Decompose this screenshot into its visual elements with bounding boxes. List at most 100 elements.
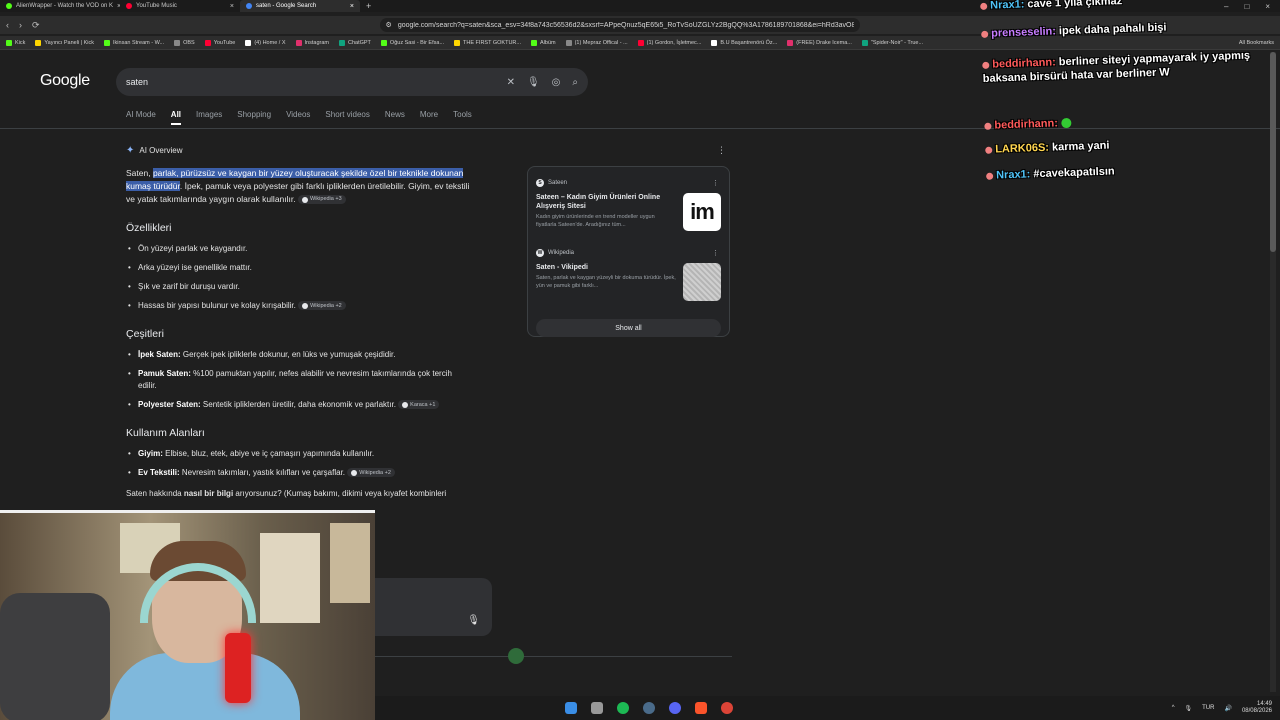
tab-youtube-music[interactable]: YouTube Music × <box>120 0 240 12</box>
bookmark-item[interactable]: THE FIRST GOKTUR... <box>454 39 521 46</box>
source-wikipedia[interactable]: W Wikipedia ⋮ Saten - Vikipedi Saten, par… <box>536 249 721 315</box>
search-icon[interactable]: ⌕ <box>572 77 578 88</box>
webcam-overlay <box>0 510 375 720</box>
source-icon <box>402 401 409 408</box>
section-title: Kullanım Alanları <box>126 427 205 439</box>
tab-all[interactable]: All <box>170 110 182 125</box>
tab-news[interactable]: News <box>385 110 405 125</box>
chat-badge-icon <box>982 61 990 69</box>
lens-icon[interactable]: ◎ <box>552 77 561 88</box>
sparkle-icon: ✦ <box>126 145 135 156</box>
tab-kick[interactable]: AlienWrapper - Watch the VOD on K × <box>0 0 120 12</box>
follow-up-prompt: Saten hakkında nasıl bir bilgi arıyorsun… <box>126 489 447 498</box>
back-icon[interactable]: ‹ <box>6 20 9 30</box>
tab-images[interactable]: Images <box>196 110 222 125</box>
bookmark-item[interactable]: (1) Mepraz Offical - ... <box>565 39 628 46</box>
bookmark-item[interactable]: (1) Gordon, İşletmec... <box>637 39 701 46</box>
youtube-music-icon <box>126 3 132 9</box>
file-explorer-icon[interactable] <box>591 702 603 714</box>
bookmark-icon <box>787 39 794 46</box>
tab-videos[interactable]: Videos <box>286 110 310 125</box>
tab-more[interactable]: More <box>420 110 438 125</box>
mic-icon[interactable]: 🎙 <box>467 615 480 626</box>
new-tab-button[interactable]: + <box>360 1 377 11</box>
citation-chip[interactable]: Karaca +1 <box>398 400 440 410</box>
close-icon[interactable]: × <box>230 3 234 10</box>
spotify-icon[interactable] <box>617 702 629 714</box>
steam-icon[interactable] <box>643 702 655 714</box>
chat-message: beddirhann: <box>984 117 1072 132</box>
close-icon[interactable]: × <box>350 3 354 10</box>
mic-tray-icon[interactable]: 🎙 <box>1185 705 1193 712</box>
ai-answer-intro: Saten, parlak, pürüzsüz ve kaygan bir yü… <box>126 168 470 205</box>
chat-message: Nrax1: cave 1 yıla çıkmaz <box>980 0 1122 12</box>
mic-icon[interactable]: 🎙 <box>527 77 540 88</box>
tab-ai-mode[interactable]: AI Mode <box>126 110 156 125</box>
list-item: Polyester Saten: Sentetik ipliklerden ür… <box>126 399 471 411</box>
speaker-icon[interactable]: 🔊 <box>1224 705 1231 712</box>
windows-start-icon[interactable] <box>565 702 577 714</box>
list-item: Arka yüzeyi ise genellikle mattır. <box>126 262 471 274</box>
url-input[interactable]: ⚙ google.com/search?q=saten&sca_esv=34f8… <box>379 18 860 32</box>
bookmark-icon <box>565 39 572 46</box>
chat-message: Nrax1: #cavekapatılsın <box>986 165 1115 182</box>
show-all-button[interactable]: Show all <box>536 319 721 337</box>
list-item: Ön yüzeyi parlak ve kaygandır. <box>126 243 471 255</box>
tab-tools[interactable]: Tools <box>453 110 472 125</box>
bookmark-item[interactable]: Oğuz Sasi - Bir Efsa... <box>380 39 444 46</box>
bookmark-item[interactable]: Ikinsan Stream - W... <box>104 39 164 46</box>
bookmark-item[interactable]: YouTube <box>204 39 235 46</box>
bookmark-icon <box>454 39 461 46</box>
more-options-icon[interactable]: ⋮ <box>717 144 726 157</box>
forward-icon[interactable]: › <box>19 20 22 30</box>
citation-chip[interactable]: Wikipedia +3 <box>298 195 346 205</box>
bookmark-item[interactable]: Yayıncı Paneli | Kick <box>35 39 94 46</box>
clock[interactable]: 14:49 08/08/2026 <box>1242 701 1272 715</box>
bookmark-item[interactable]: B.U Başantrenörü Öz... <box>711 39 777 46</box>
bookmark-item[interactable]: (4) Home / X <box>245 39 286 46</box>
chrome-icon[interactable] <box>721 702 733 714</box>
tab-google-search[interactable]: saten - Google Search × <box>240 0 360 12</box>
source-menu-icon[interactable]: ⋮ <box>712 249 719 257</box>
google-icon <box>246 3 252 9</box>
section-list: İpek Saten: Gerçek ipek ipliklerle dokun… <box>126 349 471 411</box>
source-sateen[interactable]: S Sateen ⋮ Sateen – Kadın Giyim Ürünleri … <box>536 179 721 245</box>
tab-shopping[interactable]: Shopping <box>237 110 271 125</box>
chat-message: prenseselin: ipek daha pahalı bişi <box>981 22 1167 40</box>
search-input[interactable]: saten ✕ 🎙 ◎ ⌕ <box>116 68 588 96</box>
search-query: saten <box>126 77 149 87</box>
chat-username: Nrax1: <box>995 168 1031 182</box>
bookmark-item[interactable]: (FREE) Drake Icema... <box>787 39 852 46</box>
ai-overview-header: ✦ AI Overview <box>126 145 183 156</box>
discord-icon[interactable] <box>669 702 681 714</box>
bookmark-icon <box>711 39 718 46</box>
bookmark-item[interactable]: Kick <box>6 39 25 46</box>
divider <box>372 656 732 657</box>
language-indicator[interactable]: TUR <box>1202 705 1214 711</box>
reload-icon[interactable]: ⟳ <box>32 20 40 31</box>
brave-icon[interactable] <box>695 702 707 714</box>
clear-icon[interactable]: ✕ <box>507 77 515 88</box>
tab-short-videos[interactable]: Short videos <box>325 110 369 125</box>
bookmark-icon <box>204 39 211 46</box>
bookmark-item[interactable]: OBS <box>174 39 195 46</box>
chat-username: LARK06S: <box>995 141 1050 156</box>
stream-chat-overlay: Nrax1: cave 1 yıla çıkmaz prenseselin: ipek… <box>980 0 1280 190</box>
bookmark-item[interactable]: Instagram <box>295 39 329 46</box>
chevron-up-icon[interactable]: ^ <box>1172 705 1175 711</box>
google-logo[interactable]: Google <box>40 72 90 90</box>
streamer-body <box>110 653 300 720</box>
bookmark-icon <box>380 39 387 46</box>
citation-chip[interactable]: Wikipedia +2 <box>347 468 395 478</box>
site-info-icon[interactable]: ⚙ <box>386 21 392 29</box>
bookmark-item[interactable]: "Spider-Noir" - True... <box>861 39 923 46</box>
bookmark-item[interactable]: Albüm <box>531 39 556 46</box>
bookmark-icon <box>637 39 644 46</box>
bookmark-item[interactable]: ChatGPT <box>338 39 371 46</box>
source-menu-icon[interactable]: ⋮ <box>712 179 719 187</box>
chat-badge-icon <box>984 122 992 130</box>
citation-chip[interactable]: Wikipedia +2 <box>298 301 346 311</box>
section-list: Giyim: Elbise, bluz, etek, abiye ve iç ç… <box>126 448 471 479</box>
bookmark-icon <box>35 39 42 46</box>
ask-followup-input[interactable]: 🎙 <box>372 578 492 636</box>
